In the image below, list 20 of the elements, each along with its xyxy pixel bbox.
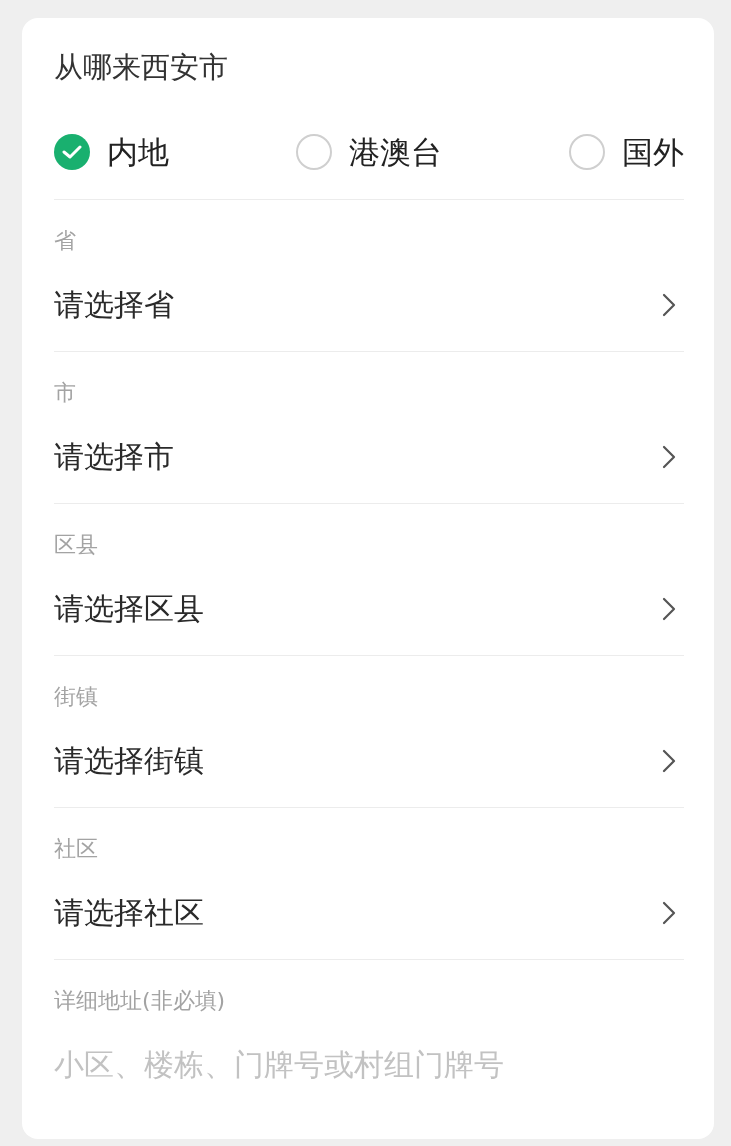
field-label: 详细地址(非必填): [54, 987, 227, 1015]
region-radio[interactable]: 港澳台: [296, 132, 442, 172]
select-prompt[interactable]: 请选择区县: [54, 589, 204, 629]
chevron-right-icon: [662, 597, 676, 621]
field-label: 区县: [54, 531, 99, 559]
select-prompt[interactable]: 请选择省: [54, 285, 174, 325]
select-prompt[interactable]: 请选择社区: [54, 893, 204, 933]
chevron-right-icon: [662, 293, 676, 317]
region-radio[interactable]: 国外: [569, 132, 684, 172]
field-label: 省: [54, 227, 77, 255]
select-prompt[interactable]: 请选择市: [54, 437, 174, 477]
select-prompt[interactable]: 请选择街镇: [54, 741, 204, 781]
chevron-right-icon: [662, 901, 676, 925]
field-label: 街镇: [54, 683, 99, 711]
title: 从哪来西安市: [54, 49, 229, 86]
chevron-right-icon: [662, 749, 676, 773]
field-label: 社区: [54, 835, 99, 863]
chevron-right-icon: [662, 445, 676, 469]
region-radio[interactable]: 内地: [54, 132, 169, 172]
field-label: 市: [54, 379, 77, 407]
